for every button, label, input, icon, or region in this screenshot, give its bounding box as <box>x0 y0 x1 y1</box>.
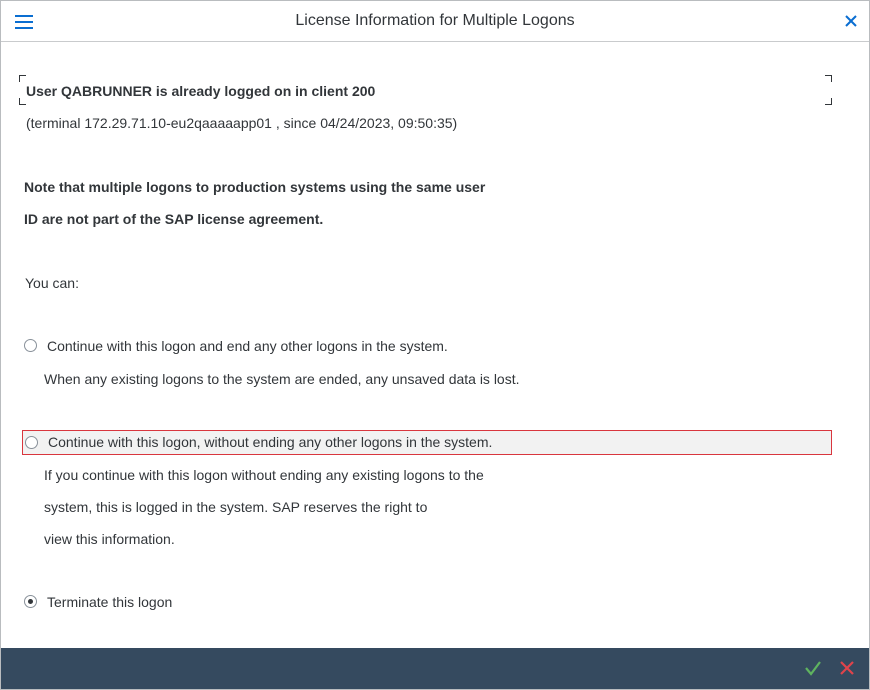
radio-end-other-logons[interactable] <box>24 339 37 352</box>
focus-corner-tl <box>19 75 26 82</box>
option-terminate-logon-label: Terminate this logon <box>47 594 173 610</box>
dialog-titlebar: License Information for Multiple Logons <box>1 1 869 42</box>
radio-keep-other-logons[interactable] <box>25 436 38 449</box>
logon-heading: User QABRUNNER is already logged on in c… <box>26 83 376 99</box>
license-dialog: License Information for Multiple Logons … <box>0 0 870 690</box>
license-note-line1: Note that multiple logons to production … <box>24 179 486 195</box>
option-end-other-logons-desc: When any existing logons to the system a… <box>44 371 520 387</box>
focus-corner-br <box>825 98 832 105</box>
option-keep-other-logons-label: Continue with this logon, without ending… <box>48 434 493 450</box>
terminal-info: (terminal 172.29.71.10-eu2qaaaaapp01 , s… <box>26 115 458 131</box>
focus-corner-tr <box>825 75 832 82</box>
dialog-content: User QABRUNNER is already logged on in c… <box>1 42 869 648</box>
option-end-other-logons[interactable]: Continue with this logon and end any oth… <box>21 334 831 358</box>
cancel-icon[interactable] <box>837 658 857 678</box>
option-keep-other-logons-desc-2: system, this is logged in the system. SA… <box>44 499 428 515</box>
license-note-line2: ID are not part of the SAP license agree… <box>24 211 324 227</box>
option-keep-other-logons-desc-3: view this information. <box>44 531 175 547</box>
close-icon[interactable] <box>843 13 859 29</box>
option-keep-other-logons[interactable]: Continue with this logon, without ending… <box>22 430 832 455</box>
option-end-other-logons-label: Continue with this logon and end any oth… <box>47 338 448 354</box>
focus-corner-bl <box>19 98 26 105</box>
dialog-title: License Information for Multiple Logons <box>295 12 575 29</box>
dialog-footer <box>1 648 869 689</box>
option-keep-other-logons-desc-1: If you continue with this logon without … <box>44 467 484 483</box>
you-can-label: You can: <box>25 275 79 291</box>
checkmark-icon[interactable] <box>803 658 823 678</box>
option-terminate-logon[interactable]: Terminate this logon <box>21 590 831 614</box>
radio-terminate-logon[interactable] <box>24 595 37 608</box>
